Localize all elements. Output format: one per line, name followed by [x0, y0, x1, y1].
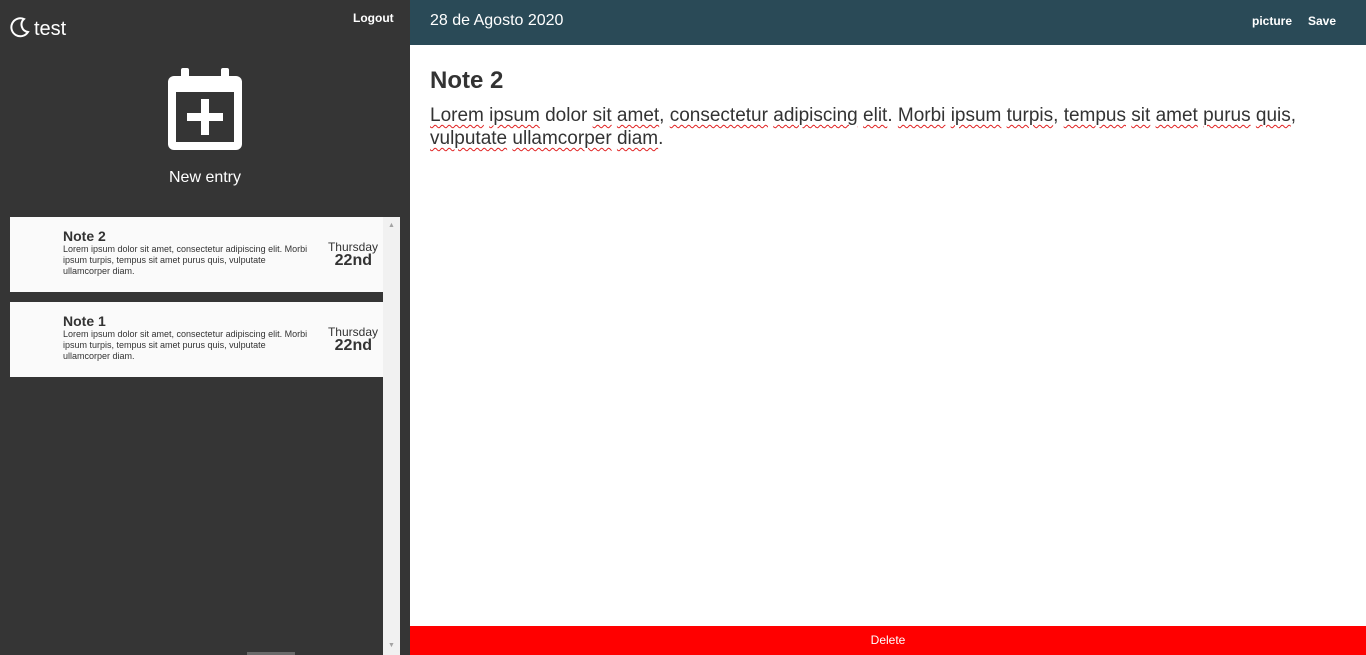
- moon-icon: [10, 16, 30, 43]
- body-word: amet,: [616, 105, 665, 126]
- note-date: 22nd: [334, 252, 372, 269]
- delete-button[interactable]: Delete: [410, 626, 1366, 655]
- app-name: test: [34, 18, 67, 40]
- note-preview: Lorem ipsum dolor sit amet, consectetur …: [63, 244, 308, 276]
- body-word: vulputate: [430, 128, 508, 149]
- body-word: turpis,: [1006, 105, 1059, 126]
- body-word: quis,: [1255, 105, 1297, 126]
- scroll-up-arrow-icon[interactable]: ▲: [383, 221, 400, 231]
- body-word: ipsum: [489, 105, 540, 126]
- scroll-down-arrow-icon[interactable]: ▼: [383, 641, 400, 651]
- body-word: sit: [592, 105, 612, 126]
- logout-button[interactable]: Logout: [353, 11, 394, 25]
- body-word: ullamcorper: [512, 128, 612, 149]
- body-word: diam.: [616, 128, 664, 149]
- note-card[interactable]: Note 2 Lorem ipsum dolor sit amet, conse…: [10, 217, 383, 292]
- notes-scrollbar[interactable]: ▲ ▼: [383, 217, 400, 655]
- editor-note-title[interactable]: Note 2: [430, 67, 503, 95]
- body-word: Lorem: [430, 105, 484, 126]
- body-word: tempus: [1063, 105, 1126, 126]
- note-preview: Lorem ipsum dolor sit amet, consectetur …: [63, 329, 308, 361]
- note-card[interactable]: Note 1 Lorem ipsum dolor sit amet, conse…: [10, 302, 383, 377]
- brand: test: [10, 16, 66, 43]
- notes-list: Note 2 Lorem ipsum dolor sit amet, conse…: [10, 217, 383, 655]
- entry-date-title: 28 de Agosto 2020: [430, 12, 564, 29]
- new-entry-button[interactable]: New entry: [0, 68, 410, 188]
- header-bar: 28 de Agosto 2020 picture Save: [410, 0, 1366, 45]
- body-word: Morbi: [897, 105, 946, 126]
- note-editor[interactable]: Note 2 Lorem ipsum dolor sit amet, conse…: [410, 45, 1366, 626]
- body-word: purus: [1203, 105, 1251, 126]
- body-word: ipsum: [950, 105, 1002, 126]
- new-entry-label: New entry: [168, 169, 242, 186]
- body-word: dolor: [545, 105, 588, 126]
- save-button[interactable]: Save: [1308, 14, 1336, 28]
- note-title: Note 1: [63, 313, 106, 329]
- editor-note-body[interactable]: Lorem ipsum dolor sit amet, consectetur …: [430, 104, 1350, 150]
- body-word: amet: [1155, 105, 1198, 126]
- note-title: Note 2: [63, 228, 106, 244]
- body-word: consectetur: [669, 105, 768, 126]
- note-date: 22nd: [334, 337, 372, 354]
- picture-button[interactable]: picture: [1252, 14, 1292, 28]
- sidebar: test Logout New entry Note 2 Lorem ipsum…: [0, 0, 410, 655]
- body-word: sit: [1131, 105, 1151, 126]
- body-word: adipiscing: [773, 105, 858, 126]
- body-word: elit.: [863, 105, 893, 126]
